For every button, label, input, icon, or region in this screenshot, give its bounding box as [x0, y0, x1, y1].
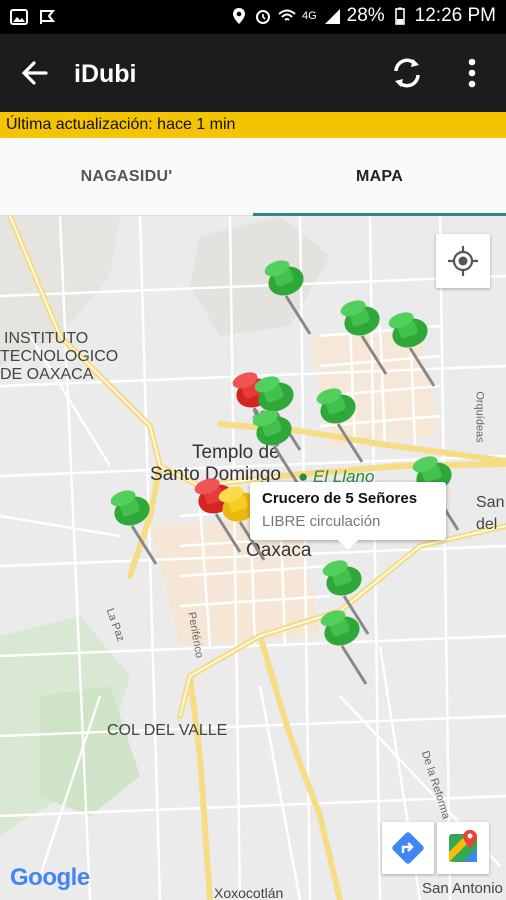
clock: 12:26 PM — [414, 5, 496, 26]
location-icon — [232, 8, 245, 24]
traffic-pin-green[interactable] — [388, 308, 448, 398]
my-location-icon — [448, 246, 478, 276]
map-label: COL DEL VALLE — [107, 722, 228, 739]
tab-bar: NAGASIDU' MAPA — [0, 138, 506, 216]
map-label: Xoxocotlán — [214, 885, 284, 900]
battery-percent: 28% — [346, 5, 385, 26]
alarm-icon — [255, 10, 270, 24]
google-logo: Google — [10, 864, 90, 891]
image-notification-icon — [10, 9, 28, 25]
directions-button[interactable] — [382, 822, 434, 874]
tab-nagasidu[interactable]: NAGASIDU' — [0, 138, 253, 215]
traffic-pin-green[interactable] — [264, 256, 324, 346]
map-label: del — [476, 516, 498, 533]
flag-notification-icon — [40, 10, 56, 24]
refresh-icon[interactable] — [388, 54, 426, 92]
map-label: San Antonio — [422, 880, 503, 897]
traffic-pin-green[interactable] — [320, 606, 380, 696]
marker-info-window[interactable]: Crucero de 5 Señores LIBRE circulación — [250, 482, 446, 550]
last-update-banner: Última actualización: hace 1 min — [0, 112, 506, 138]
map-label: San — [476, 494, 505, 511]
app-title: iDubi — [74, 60, 137, 88]
my-location-button[interactable] — [436, 234, 490, 288]
map-label: TECNOLOGICO — [0, 348, 119, 365]
info-window-title: Crucero de 5 Señores — [262, 490, 418, 507]
google-maps-icon — [449, 830, 477, 862]
traffic-pin-green[interactable] — [316, 384, 376, 474]
traffic-pin-green[interactable] — [110, 486, 170, 576]
app-bar: iDubi — [0, 34, 506, 112]
open-google-maps-button[interactable] — [437, 822, 489, 874]
overflow-menu-icon[interactable] — [462, 54, 482, 92]
signal-icon — [324, 9, 340, 24]
map-label: DE OAXACA — [0, 366, 94, 383]
status-bar: 4G 28% 12:26 PM — [0, 0, 506, 34]
directions-icon — [392, 832, 424, 864]
map-label: INSTITUTO — [4, 330, 89, 347]
network-type: 4G — [301, 10, 317, 22]
wifi-icon — [278, 9, 296, 21]
info-window-status: LIBRE circulación — [262, 513, 381, 530]
map-view[interactable]: INSTITUTO TECNOLOGICO DE OAXACA BA XOC T… — [0, 216, 506, 900]
map-label: Orquídeas — [473, 391, 486, 443]
back-arrow-icon[interactable] — [20, 58, 50, 88]
tab-mapa[interactable]: MAPA — [253, 138, 506, 216]
battery-icon — [394, 7, 405, 25]
